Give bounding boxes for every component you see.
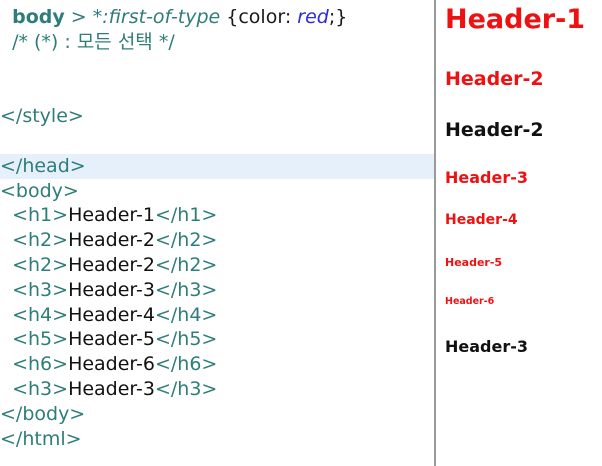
preview-h5: Header-5 (445, 256, 503, 269)
code-token: <h4> (0, 303, 69, 326)
code-token: <h3> (0, 278, 69, 301)
code-line[interactable]: body > *:first-of-type {color: red;} (0, 5, 434, 30)
code-token: Header-1 (68, 204, 155, 227)
preview-h2-first: Header-2 (445, 68, 544, 90)
code-line[interactable]: </head> (0, 153, 434, 179)
code-token: </h6> (154, 353, 218, 376)
preview-h1: Header-1 (445, 4, 586, 35)
code-line[interactable] (0, 79, 434, 104)
code-token: </body> (0, 402, 86, 425)
code-token: <h2> (0, 254, 69, 276)
code-token: *:first-of-type (92, 6, 221, 28)
code-line[interactable]: <body> (0, 179, 434, 204)
code-token: /* (*) : (0, 30, 77, 53)
preview-h3-second: Header-3 (445, 337, 529, 356)
code-line[interactable]: <h3>Header-3</h3> (0, 278, 434, 303)
code-token: Header-5 (68, 328, 155, 351)
preview-h6: Header-6 (445, 296, 495, 307)
code-line[interactable]: <h2>Header-2</h2> (0, 253, 434, 278)
code-token: </h2> (154, 229, 218, 252)
code-token: </h3> (154, 278, 218, 301)
code-line[interactable]: <h4>Header-4</h4> (0, 303, 434, 328)
code-editor[interactable]: body > *:first-of-type {color: red;} /* … (0, 0, 434, 466)
code-token: { (220, 6, 239, 28)
code-line[interactable] (0, 55, 434, 80)
code-token: Header-2 (68, 229, 155, 252)
code-token: </html> (0, 427, 82, 450)
code-token: : (284, 6, 298, 28)
code-token: Header-2 (68, 254, 155, 276)
code-token: <h6> (0, 353, 69, 376)
code-token: <h5> (0, 328, 69, 351)
code-line[interactable]: </body> (0, 402, 434, 427)
code-line[interactable]: <h6>Header-6</h6> (0, 352, 434, 377)
browser-preview: Header-1 Header-2 Header-2 Header-3 Head… (436, 0, 602, 466)
code-token: Header-4 (68, 303, 155, 326)
code-token: </h1> (154, 204, 218, 227)
code-line[interactable]: <h5>Header-5</h5> (0, 327, 434, 352)
app-window: body > *:first-of-type {color: red;} /* … (0, 0, 602, 466)
code-token: <h1> (0, 204, 69, 227)
code-token: </head> (0, 154, 86, 177)
code-token: Header-3 (68, 378, 155, 400)
code-token: <body> (0, 179, 79, 202)
code-token: <h2> (0, 229, 69, 252)
code-line[interactable]: </html> (0, 427, 434, 452)
code-token: </h3> (154, 378, 218, 400)
code-token: </style> (0, 105, 84, 128)
code-line[interactable]: <h1>Header-1</h1> (0, 203, 434, 228)
code-token: Header-6 (68, 353, 155, 376)
code-line[interactable]: /* (*) : 모든 선택 */ (0, 30, 434, 55)
code-line[interactable]: <h2>Header-2</h2> (0, 228, 434, 253)
code-token: </h4> (154, 303, 218, 326)
code-token: </h2> (154, 254, 218, 276)
code-token: </h5> (154, 328, 218, 351)
code-line[interactable]: </style> (0, 104, 434, 129)
code-line[interactable]: <h3>Header-3</h3> (0, 377, 434, 402)
code-token: red (297, 6, 329, 28)
code-token: 모든 선택 (76, 30, 153, 53)
preview-h3-first: Header-3 (445, 168, 529, 187)
preview-h2-second: Header-2 (445, 119, 544, 141)
code-token: */ (152, 30, 175, 53)
code-token: color (238, 6, 285, 28)
code-token: > (64, 6, 93, 28)
preview-h4: Header-4 (445, 212, 518, 228)
code-line[interactable] (0, 129, 434, 154)
code-token: body (12, 6, 65, 28)
code-token: <h3> (0, 378, 69, 400)
code-token: ;} (328, 6, 348, 28)
code-token: Header-3 (68, 278, 155, 301)
